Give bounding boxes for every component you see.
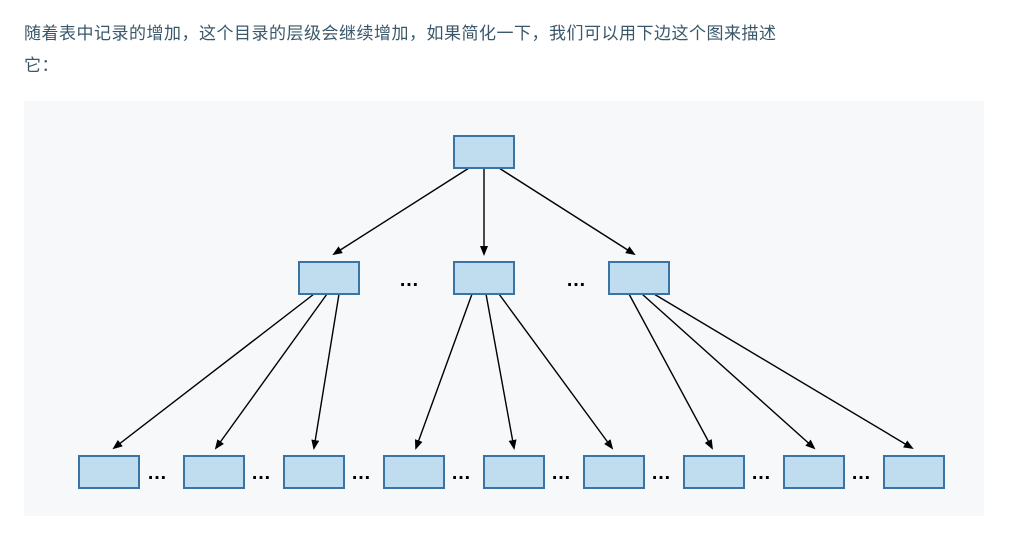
caption-text-line2: 它： bbox=[24, 56, 59, 75]
tree-diagram: … … … … … … … … … … bbox=[24, 101, 984, 516]
tree-mid-node-0 bbox=[299, 262, 359, 294]
diagram-caption: 随着表中记录的增加，这个目录的层级会继续增加，如果简化一下，我们可以用下边这个图… bbox=[24, 18, 964, 83]
tree-leaf-node-6 bbox=[684, 456, 744, 488]
edge-root-2 bbox=[499, 168, 634, 254]
edge-mid-5 bbox=[499, 294, 612, 448]
tree-root-node bbox=[454, 136, 514, 168]
edge-mid-8 bbox=[654, 294, 912, 448]
edge-mid-4 bbox=[486, 294, 514, 448]
tree-leaf-node-8 bbox=[884, 456, 944, 488]
ellipsis-mid-0: … bbox=[399, 269, 421, 291]
caption-text-line1: 随着表中记录的增加，这个目录的层级会继续增加，如果简化一下，我们可以用下边这个图… bbox=[24, 24, 777, 43]
ellipsis-leaf-2: … bbox=[351, 462, 373, 484]
tree-mid-node-2 bbox=[609, 262, 669, 294]
ellipsis-leaf-6: … bbox=[751, 462, 773, 484]
tree-leaf-node-7 bbox=[784, 456, 844, 488]
tree-leaf-node-1 bbox=[184, 456, 244, 488]
ellipsis-leaf-3: … bbox=[451, 462, 473, 484]
tree-leaf-node-4 bbox=[484, 456, 544, 488]
edge-mid-2 bbox=[314, 294, 339, 448]
tree-svg: … … … … … … … … … … bbox=[24, 101, 984, 516]
edge-root-0 bbox=[334, 168, 469, 254]
tree-leaf-node-0 bbox=[79, 456, 139, 488]
edge-mid-1 bbox=[216, 294, 327, 448]
ellipsis-mid-1: … bbox=[566, 269, 588, 291]
ellipsis-leaf-7: … bbox=[851, 462, 873, 484]
ellipsis-leaf-4: … bbox=[551, 462, 573, 484]
edge-mid-7 bbox=[642, 294, 814, 448]
edge-mid-3 bbox=[416, 294, 472, 448]
tree-edges bbox=[114, 168, 912, 448]
ellipsis-leaf-0: … bbox=[147, 462, 169, 484]
edge-mid-6 bbox=[629, 294, 712, 448]
tree-leaf-node-2 bbox=[284, 456, 344, 488]
edge-mid-0 bbox=[114, 294, 314, 448]
tree-leaf-node-5 bbox=[584, 456, 644, 488]
tree-leaf-node-3 bbox=[384, 456, 444, 488]
tree-mid-node-1 bbox=[454, 262, 514, 294]
ellipsis-leaf-1: … bbox=[251, 462, 273, 484]
tree-ellipsis-group: … … … … … … … … … … bbox=[147, 269, 873, 484]
ellipsis-leaf-5: … bbox=[651, 462, 673, 484]
